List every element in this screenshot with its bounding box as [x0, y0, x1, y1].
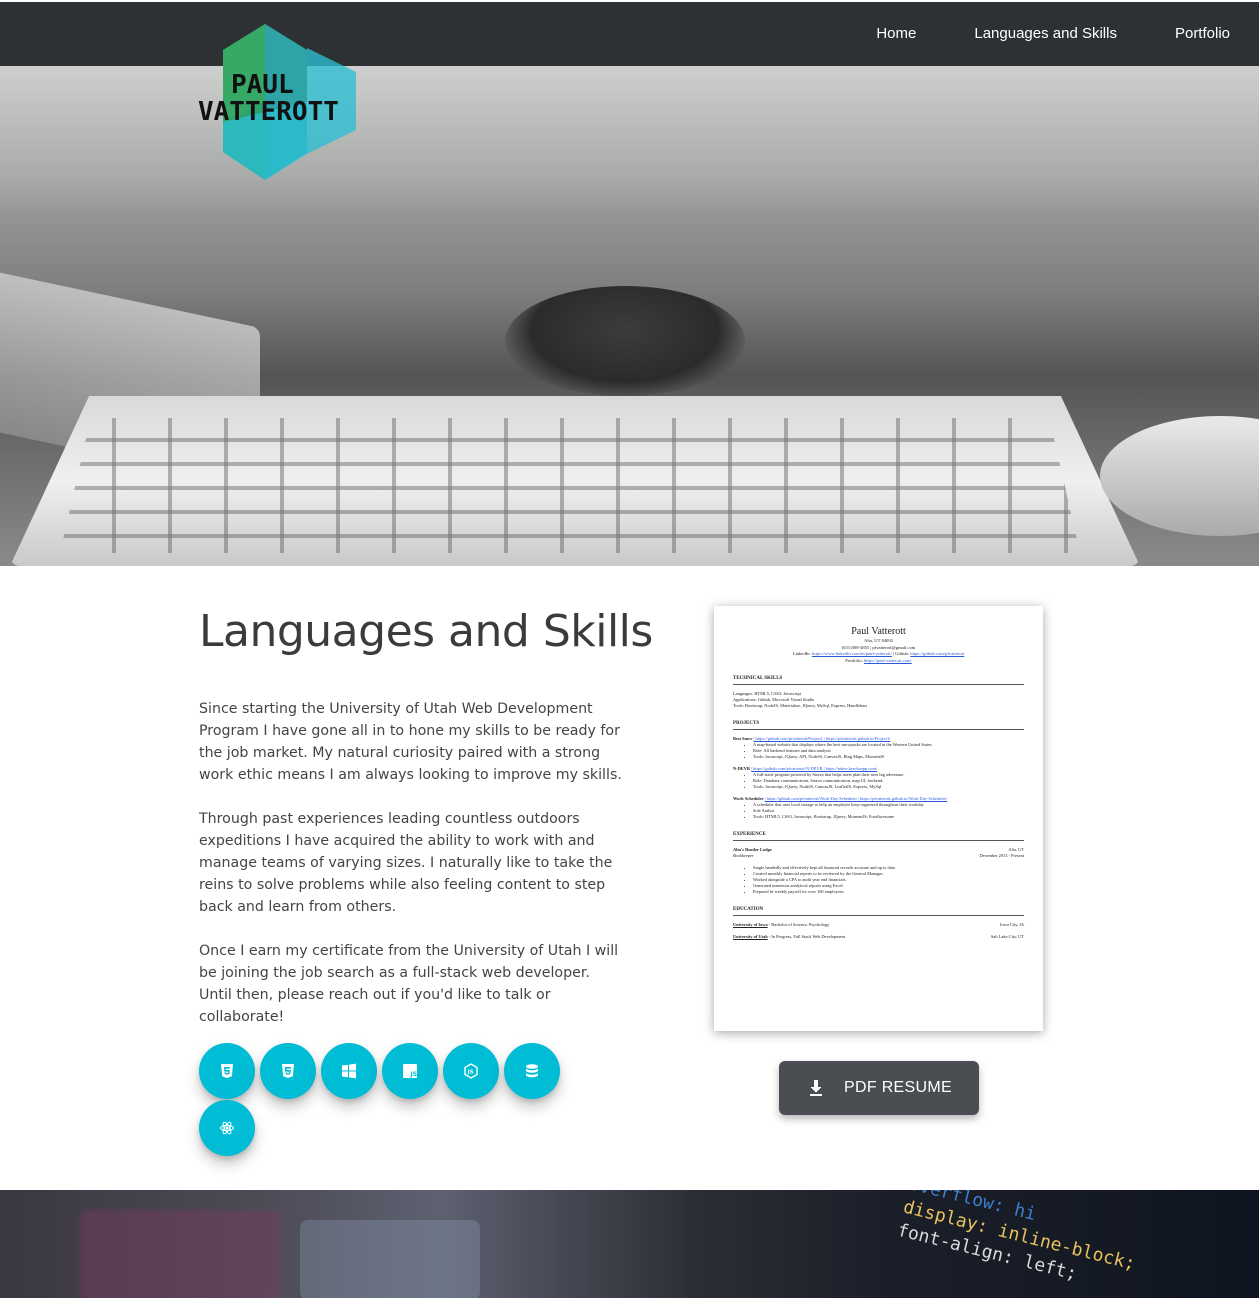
- pdf-resume-label: PDF RESUME: [844, 1079, 952, 1096]
- nav-languages-skills-link[interactable]: Languages and Skills: [945, 2, 1146, 66]
- paragraph-3: Once I earn my certificate from the Univ…: [199, 943, 619, 1025]
- download-icon: [810, 1080, 823, 1096]
- resume-education-heading: EDUCATION: [733, 907, 1024, 916]
- skills-icons: JS JS: [199, 1043, 579, 1156]
- resume-portfolio-link[interactable]: https://paul-vatterott.com/: [864, 658, 912, 663]
- paragraph-2: Through past experiences leading countle…: [199, 811, 613, 915]
- resume-portfolio: Portfolio: https://paul-vatterott.com/: [845, 657, 912, 663]
- database-icon: [526, 1064, 538, 1078]
- code-snippet-image: overflow: hi display: inline-block; font…: [895, 1190, 1138, 1285]
- nav-home-link[interactable]: Home: [847, 2, 945, 66]
- css3-icon: [282, 1064, 294, 1078]
- hero-banner-image: [0, 66, 1259, 566]
- nodejs-button[interactable]: JS: [443, 1043, 499, 1099]
- mouse-image: [1100, 416, 1259, 536]
- logo-text: PAUL VATTEROTT: [196, 72, 362, 126]
- top-navbar: Home Languages and Skills Portfolio: [0, 2, 1259, 66]
- database-button[interactable]: [504, 1043, 560, 1099]
- paragraph-1: Since starting the University of Utah We…: [199, 701, 622, 783]
- resume-linkedin-link[interactable]: https://www.linkedin.com/in/paul-vattero…: [812, 651, 892, 656]
- html5-icon: [221, 1064, 233, 1078]
- pdf-resume-button[interactable]: PDF RESUME: [779, 1061, 979, 1115]
- html5-button[interactable]: [199, 1043, 255, 1099]
- svg-text:JS: JS: [467, 1070, 474, 1076]
- resume-experience-heading: EXPERIENCE: [733, 832, 1024, 841]
- windows-icon: [342, 1063, 356, 1079]
- javascript-icon: JS: [403, 1064, 418, 1078]
- resume-github-link[interactable]: https://github.com/pfvatterott: [910, 651, 964, 656]
- nav-portfolio-link[interactable]: Portfolio: [1146, 2, 1259, 66]
- logo-first-name: PAUL: [231, 70, 294, 100]
- svg-text:JS: JS: [410, 1071, 418, 1078]
- css3-button[interactable]: [260, 1043, 316, 1099]
- resume-projects-heading: PROJECTS: [733, 721, 1024, 730]
- resume-preview[interactable]: Paul Vatterott Alta, UT 84092 (651)308-4…: [714, 606, 1043, 1031]
- react-button[interactable]: [199, 1100, 255, 1156]
- section-title: Languages and Skills: [199, 606, 653, 657]
- nodejs-icon: JS: [464, 1063, 478, 1079]
- react-icon: [220, 1121, 234, 1135]
- resume-technical-heading: TECHNICAL SKILLS: [733, 676, 1024, 685]
- site-logo[interactable]: PAUL VATTEROTT: [196, 22, 362, 182]
- javascript-button[interactable]: JS: [382, 1043, 438, 1099]
- section-body: Since starting the University of Utah We…: [199, 698, 624, 1050]
- nav-links: Home Languages and Skills Portfolio: [847, 2, 1259, 66]
- windows-button[interactable]: [321, 1043, 377, 1099]
- bottom-banner-image: overflow: hi display: inline-block; font…: [0, 1190, 1259, 1298]
- resume-name: Paul Vatterott: [851, 626, 906, 637]
- logo-last-name: VATTEROTT: [198, 97, 339, 127]
